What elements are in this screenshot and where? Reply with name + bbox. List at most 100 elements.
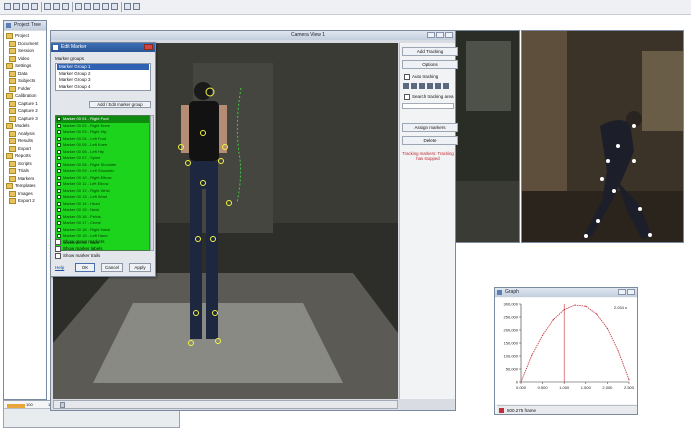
tree-item[interactable]: Reports xyxy=(6,153,31,159)
tree-item[interactable]: Capture 3 xyxy=(9,115,38,122)
delete-button[interactable]: Delete xyxy=(402,136,458,145)
show-labels-checkbox[interactable]: Show marker labels xyxy=(55,246,103,252)
tree-item[interactable]: Project xyxy=(6,33,29,39)
grid-icon[interactable] xyxy=(84,3,91,10)
marker-group-item[interactable]: Marker Group 2 xyxy=(57,71,149,77)
tree-item[interactable]: Subjects xyxy=(9,78,35,84)
marker-checkbox[interactable] xyxy=(57,227,61,232)
tree-item[interactable]: Markers xyxy=(9,175,34,182)
tree-item[interactable]: Scripts xyxy=(9,160,32,167)
tree-item-label: Calibration xyxy=(15,93,37,99)
graph-icon[interactable] xyxy=(111,3,118,10)
add-group-button[interactable]: Add / Edit marker group xyxy=(89,101,151,108)
marker-checkbox[interactable] xyxy=(57,221,61,225)
frame-slider-thumb[interactable] xyxy=(60,402,65,408)
tree-item[interactable]: Trials xyxy=(9,168,29,174)
tree-item[interactable]: Video xyxy=(9,55,29,62)
marker-checkbox[interactable] xyxy=(57,130,61,134)
auto-tracking-checkbox[interactable]: Auto tracking xyxy=(404,74,438,80)
options-button[interactable]: Options xyxy=(402,60,458,69)
tree-item[interactable]: Export 2 xyxy=(9,198,35,204)
explorer-titlebar: Project Tree xyxy=(4,21,46,30)
marker-checkbox[interactable] xyxy=(57,234,61,238)
tree-item[interactable]: Models xyxy=(6,123,30,129)
marker-group-item[interactable]: Marker Group 1 xyxy=(57,64,149,70)
window-icon[interactable] xyxy=(102,3,109,10)
tree-item[interactable]: Results xyxy=(9,138,33,144)
tree-item[interactable]: Data xyxy=(9,70,28,77)
marker-checkbox[interactable] xyxy=(57,156,61,160)
dialog-close-icon[interactable] xyxy=(144,44,153,50)
marker-checkbox[interactable] xyxy=(57,201,61,206)
add-tracking-button[interactable]: Add Tracking xyxy=(402,47,458,56)
marker-group-item[interactable]: Marker Group 4 xyxy=(57,84,149,90)
marker-group-item[interactable]: Marker Group 3 xyxy=(57,77,149,83)
tree-item[interactable]: Capture 2 xyxy=(9,108,38,114)
track-tool-icon-3[interactable] xyxy=(419,83,425,89)
project-tree[interactable]: Project Document Session Video Settings Data S… xyxy=(4,31,46,399)
graph-close-icon[interactable] xyxy=(627,289,635,295)
marker-label: Marker 00 05 - Left Knee xyxy=(63,142,108,147)
marker-list-scrollbar[interactable] xyxy=(150,115,154,251)
marker-checkbox[interactable] xyxy=(57,123,61,128)
marker-checkbox[interactable] xyxy=(57,182,61,186)
track-tool-icon-6[interactable] xyxy=(443,83,449,89)
cursor-icon[interactable] xyxy=(133,3,140,10)
marker-checkbox[interactable] xyxy=(57,214,61,219)
marker-checkbox[interactable] xyxy=(57,149,61,154)
maximize-icon[interactable] xyxy=(436,32,444,38)
marker-checkbox[interactable] xyxy=(57,143,61,147)
camera-view-2[interactable] xyxy=(455,30,520,243)
marker-checkbox[interactable] xyxy=(57,208,61,212)
tree-item[interactable]: Export xyxy=(9,145,31,152)
marker-checkbox[interactable] xyxy=(57,169,61,173)
tree-item[interactable]: Folder xyxy=(9,85,31,92)
ok-button[interactable]: OK xyxy=(75,263,95,272)
marker-checkbox[interactable] xyxy=(57,188,61,193)
help-link[interactable]: Help xyxy=(55,265,64,270)
tree-item[interactable]: Session xyxy=(9,48,34,54)
marker-checkbox[interactable] xyxy=(57,195,61,199)
show-trails-checkbox[interactable]: Show marker trails xyxy=(55,253,100,259)
marker-checkbox[interactable] xyxy=(57,162,61,167)
graph-minimize-icon[interactable] xyxy=(618,289,626,295)
search-area-checkbox[interactable]: Search tracking area xyxy=(404,94,454,100)
marker-list[interactable]: Marker 00 01 - Right Foot Marker 00 02 - … xyxy=(55,115,150,251)
print-icon[interactable] xyxy=(31,3,38,10)
apply-button[interactable]: Apply xyxy=(129,263,151,272)
tree-item[interactable]: Calibration xyxy=(6,93,37,99)
camera-view-3[interactable] xyxy=(521,30,684,243)
track-tool-icon-1[interactable] xyxy=(403,83,409,89)
play-icon[interactable] xyxy=(124,3,131,10)
open-icon[interactable] xyxy=(13,3,20,10)
tree-item[interactable]: Analysis xyxy=(9,130,35,137)
copy-icon[interactable] xyxy=(53,3,60,10)
cancel-button[interactable]: Cancel xyxy=(101,263,123,272)
tree-item[interactable]: Images xyxy=(9,190,33,197)
track-tool-icon-4[interactable] xyxy=(427,83,433,89)
paste-icon[interactable] xyxy=(62,3,69,10)
close-icon[interactable] xyxy=(445,32,453,38)
tracking-area-select[interactable] xyxy=(402,103,454,109)
tree-item[interactable]: Document xyxy=(9,40,39,47)
timeline-cursor[interactable] xyxy=(7,404,25,408)
save-icon[interactable] xyxy=(22,3,29,10)
frame-slider[interactable] xyxy=(53,400,398,409)
marker-group-list[interactable]: Marker Group 1 Marker Group 2 Marker Group… xyxy=(55,63,151,91)
graph-plot[interactable]: 300,000 250,000 200,000 150,000 100,000 50,00… xyxy=(495,298,637,404)
marker-checkbox[interactable] xyxy=(57,175,61,180)
table-icon[interactable] xyxy=(93,3,100,10)
tree-item[interactable]: Settings xyxy=(6,63,31,69)
tree-item[interactable]: Templates xyxy=(6,183,36,189)
camera-icon[interactable] xyxy=(75,3,82,10)
marker-checkbox[interactable] xyxy=(57,117,61,121)
assign-markers-button[interactable]: Assign markers xyxy=(402,123,458,132)
tree-item[interactable]: Capture 1 xyxy=(9,100,38,107)
marker-checkbox[interactable] xyxy=(57,136,61,141)
minimize-icon[interactable] xyxy=(427,32,435,38)
cut-icon[interactable] xyxy=(44,3,51,10)
show-group-checkbox[interactable]: Show group markers xyxy=(55,239,105,245)
new-icon[interactable] xyxy=(4,3,11,10)
track-tool-icon-2[interactable] xyxy=(411,83,417,89)
track-tool-icon-5[interactable] xyxy=(435,83,441,89)
